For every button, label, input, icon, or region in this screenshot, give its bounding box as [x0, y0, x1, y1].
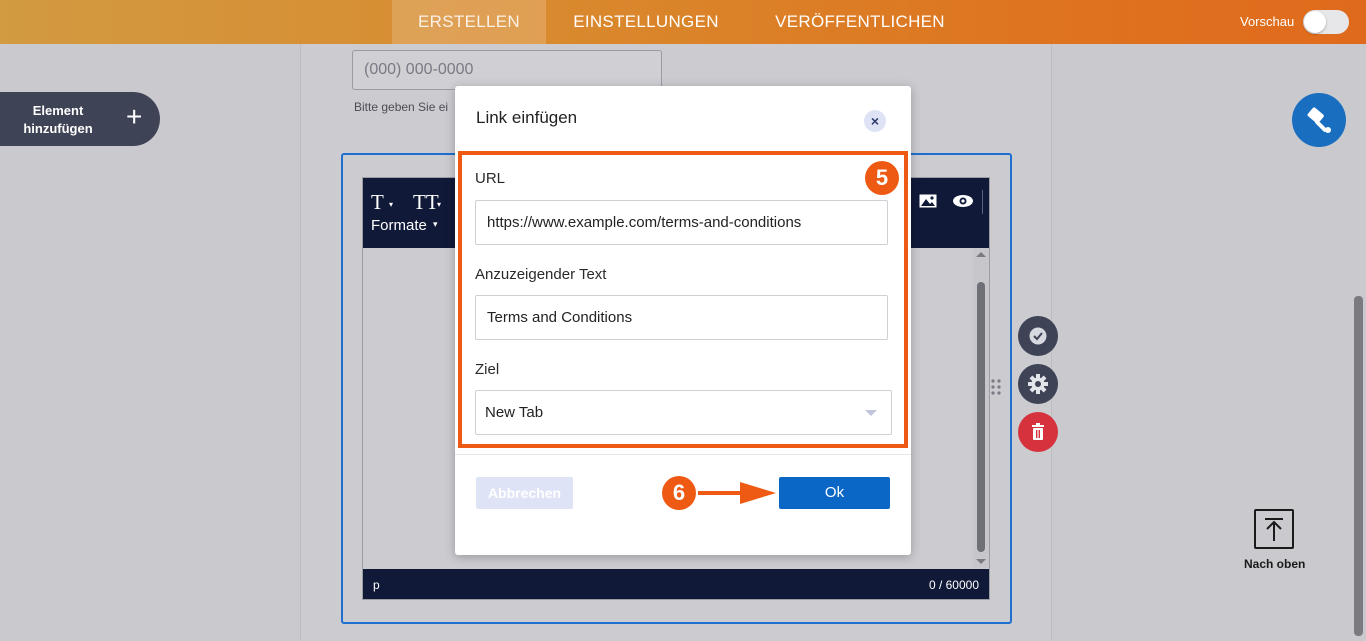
scroll-down-arrow-icon[interactable]	[976, 559, 986, 564]
add-element-line1: Element	[32, 103, 84, 118]
close-icon[interactable]: ×	[864, 110, 886, 132]
page-scrollbar[interactable]	[1352, 44, 1366, 641]
editor-scroll-thumb[interactable]	[977, 282, 985, 552]
arrow-up-icon	[1254, 509, 1294, 549]
toggle-knob	[1304, 11, 1326, 33]
top-navigation-bar: ERSTELLEN EINSTELLUNGEN VERÖFFENTLICHEN …	[0, 0, 1366, 44]
step-6-badge: 6	[662, 476, 696, 510]
formats-caret: ▾	[433, 219, 438, 229]
phone-hint: Bitte geben Sie ei	[354, 100, 449, 114]
toolbar-divider	[982, 190, 983, 214]
element-path[interactable]: p	[373, 578, 380, 592]
image-icon[interactable]	[919, 194, 937, 208]
display-text-label: Anzuzeigender Text	[475, 266, 607, 283]
preview-label: Vorschau	[1240, 14, 1295, 29]
theme-design-button[interactable]	[1292, 93, 1346, 147]
insert-link-dialog: Link einfügen × 5 URL https://www.exampl…	[455, 86, 911, 555]
arrow-right-icon	[698, 482, 776, 504]
check-icon	[1029, 327, 1047, 345]
back-to-top-label: Nach oben	[1244, 557, 1306, 571]
paint-roller-icon	[1307, 107, 1331, 133]
add-element-label: Element hinzufügen	[14, 102, 102, 138]
ok-button[interactable]: Ok	[779, 477, 890, 509]
size-dropdown-caret: ▾	[437, 200, 442, 209]
block-settings-button[interactable]	[1018, 364, 1058, 404]
phone-input[interactable]: (000) 000-0000	[352, 50, 662, 90]
eye-icon[interactable]	[952, 194, 974, 208]
step-5-badge: 5	[865, 161, 899, 195]
font-family-icon[interactable]: T	[371, 190, 384, 215]
cancel-button[interactable]: Abbrechen	[476, 477, 573, 509]
page-scroll-thumb[interactable]	[1354, 296, 1363, 636]
add-element-button[interactable]: Element hinzufügen +	[0, 92, 160, 146]
scroll-up-arrow-icon[interactable]	[976, 252, 986, 257]
formats-dropdown[interactable]: Formate	[371, 217, 427, 234]
plus-icon: +	[126, 101, 143, 132]
drag-handle-icon[interactable]	[991, 378, 1001, 396]
target-select-value: New Tab	[485, 404, 544, 421]
tab-veroeffentlichen[interactable]: VERÖFFENTLICHEN	[762, 0, 958, 44]
target-label: Ziel	[475, 361, 500, 378]
tab-erstellen[interactable]: ERSTELLEN	[392, 0, 546, 44]
url-label: URL	[475, 170, 506, 187]
dialog-divider	[455, 454, 911, 455]
chevron-down-icon	[865, 410, 877, 416]
editor-statusbar: p 0 / 60000	[363, 569, 989, 599]
char-counter: 0 / 60000	[928, 578, 979, 592]
trash-icon	[1032, 423, 1044, 440]
display-text-input[interactable]: Terms and Conditions	[475, 295, 888, 340]
delete-block-button[interactable]	[1018, 412, 1058, 452]
gear-icon	[1028, 374, 1048, 394]
font-dropdown-caret: ▾	[389, 200, 394, 209]
font-size-icon[interactable]: TT	[413, 190, 439, 215]
target-select[interactable]: New Tab	[475, 390, 892, 435]
dialog-title: Link einfügen	[476, 108, 578, 127]
tab-einstellungen[interactable]: EINSTELLUNGEN	[558, 0, 734, 44]
confirm-block-button[interactable]	[1018, 316, 1058, 356]
preview-toggle[interactable]	[1303, 10, 1349, 34]
add-element-line2: hinzufügen	[23, 121, 93, 136]
url-input[interactable]: https://www.example.com/terms-and-condit…	[475, 200, 888, 245]
editor-scrollbar[interactable]	[973, 248, 989, 568]
